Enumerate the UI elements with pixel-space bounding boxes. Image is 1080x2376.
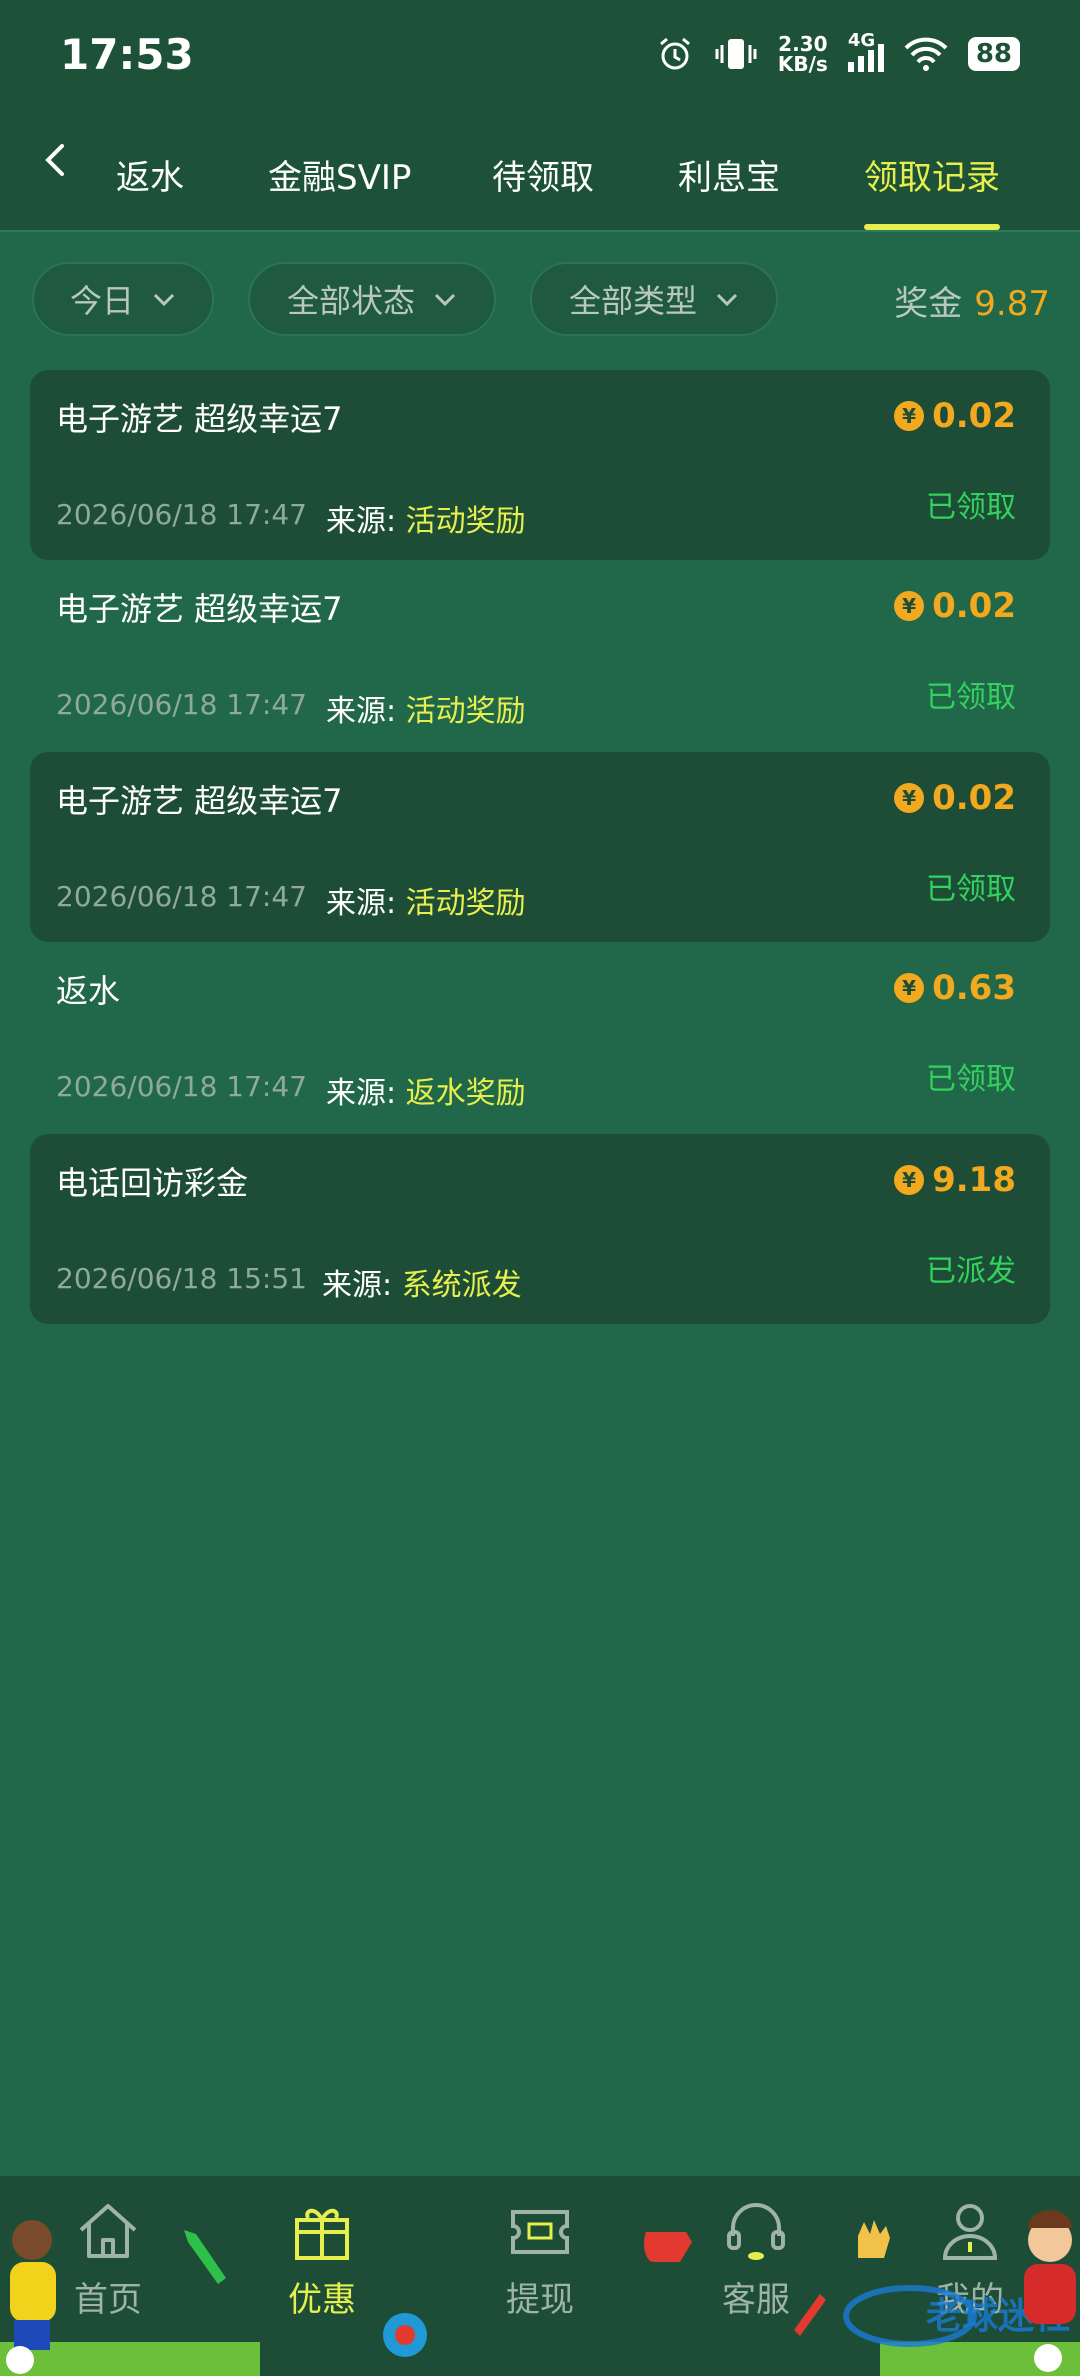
- coin-icon: ¥: [894, 783, 925, 813]
- status-time: 17:53: [60, 30, 194, 79]
- nav-withdraw[interactable]: 提现: [480, 2196, 600, 2321]
- headset-icon: [727, 2203, 785, 2260]
- record-status: 已领取: [926, 490, 1016, 525]
- record-source: 来源: 活动奖励: [326, 694, 526, 729]
- gift-icon: [295, 2208, 349, 2260]
- tab-bar: 返水 金融SVIP 待领取 利息宝 领取记录: [0, 140, 1080, 232]
- record-title: 电子游艺 超级幸运7: [56, 782, 343, 820]
- date-filter-label: 今日: [69, 282, 134, 320]
- football-player-left-icon: [6, 2220, 56, 2374]
- record-card: 返水 ¥0.63 2026/06/18 17:47 来源: 返水奖励 已领取: [30, 942, 1050, 1132]
- record-amount: ¥0.02: [894, 778, 1016, 818]
- vuvuzela-icon: [184, 2230, 226, 2284]
- record-date: 2026/06/18 17:47: [56, 1070, 307, 1103]
- record-title: 电子游艺 超级幸运7: [56, 590, 343, 628]
- record-amount: ¥0.02: [894, 586, 1016, 626]
- record-date: 2026/06/18 17:47: [56, 880, 307, 913]
- vibrate-icon: [715, 39, 757, 69]
- record-title: 电话回访彩金: [56, 1164, 249, 1202]
- record-source: 来源: 活动奖励: [326, 504, 526, 539]
- coin-icon: ¥: [894, 973, 925, 1003]
- record-amount: ¥0.02: [894, 396, 1016, 436]
- bonus-total: 奖金 9.87: [894, 284, 1050, 324]
- header-divider: [0, 230, 1080, 232]
- record-source: 来源: 系统派发: [322, 1268, 522, 1303]
- alarm-icon: [659, 37, 690, 70]
- coin-icon: ¥: [894, 401, 925, 431]
- record-date: 2026/06/18 17:47: [56, 688, 307, 721]
- record-card: 电子游艺 超级幸运7 ¥0.02 2026/06/18 17:47 来源: 活动…: [30, 370, 1050, 560]
- tab-pending[interactable]: 待领取: [492, 150, 594, 199]
- record-source: 来源: 返水奖励: [326, 1076, 526, 1111]
- record-card: 电子游艺 超级幸运7 ¥0.02 2026/06/18 17:47 来源: 活动…: [30, 752, 1050, 942]
- horn-icon: [794, 2294, 826, 2336]
- tab-rebate[interactable]: 返水: [116, 150, 184, 199]
- record-amount: ¥9.18: [894, 1160, 1016, 1200]
- chevron-down-icon: [716, 293, 738, 307]
- type-filter[interactable]: 全部类型: [530, 262, 778, 336]
- record-source: 来源: 活动奖励: [326, 886, 526, 921]
- record-card: 电子游艺 超级幸运7 ¥0.02 2026/06/18 17:47 来源: 活动…: [30, 560, 1050, 750]
- chevron-down-icon: [434, 293, 456, 307]
- signal-icon: 4G: [847, 30, 884, 72]
- net-speed: 2.30 KB/s: [777, 32, 828, 76]
- nav-promotions-label: 优惠: [288, 2280, 356, 2320]
- status-icons: 2.30 KB/s 4G 88: [656, 30, 1020, 76]
- user-icon: [942, 2204, 998, 2260]
- nav-promotions[interactable]: 优惠: [262, 2196, 382, 2321]
- wifi-icon: [904, 37, 948, 71]
- tab-claim-records[interactable]: 领取记录: [864, 150, 1000, 199]
- tab-svip[interactable]: 金融SVIP: [268, 150, 411, 199]
- coin-icon: ¥: [894, 591, 925, 621]
- status-filter-label: 全部状态: [286, 282, 415, 320]
- type-filter-label: 全部类型: [568, 282, 697, 320]
- record-date: 2026/06/18 15:51: [56, 1262, 307, 1295]
- record-status: 已领取: [926, 872, 1016, 907]
- soccer-ball-icon: [383, 2313, 427, 2357]
- battery-indicator: 88: [967, 37, 1020, 71]
- record-title: 电子游艺 超级幸运7: [56, 400, 343, 438]
- record-title: 返水: [56, 972, 121, 1010]
- record-status: 已派发: [926, 1254, 1016, 1289]
- record-amount: ¥0.63: [894, 968, 1016, 1008]
- goalkeeper-glove-icon: [858, 2220, 890, 2258]
- date-filter[interactable]: 今日: [32, 262, 214, 336]
- wallet-icon: [511, 2210, 569, 2254]
- chevron-down-icon: [153, 293, 175, 307]
- record-date: 2026/06/18 17:47: [56, 498, 307, 531]
- record-status: 已领取: [926, 1062, 1016, 1097]
- home-icon: [79, 2204, 137, 2258]
- status-filter[interactable]: 全部状态: [248, 262, 496, 336]
- whistle-icon: [644, 2232, 692, 2262]
- record-card: 电话回访彩金 ¥9.18 2026/06/18 15:51 来源: 系统派发 已…: [30, 1134, 1050, 1324]
- record-status: 已领取: [926, 680, 1016, 715]
- tab-interest[interactable]: 利息宝: [678, 150, 780, 199]
- coin-icon: ¥: [894, 1165, 925, 1195]
- football-player-right-icon: [1024, 2210, 1076, 2372]
- nav-withdraw-label: 提现: [506, 2280, 574, 2320]
